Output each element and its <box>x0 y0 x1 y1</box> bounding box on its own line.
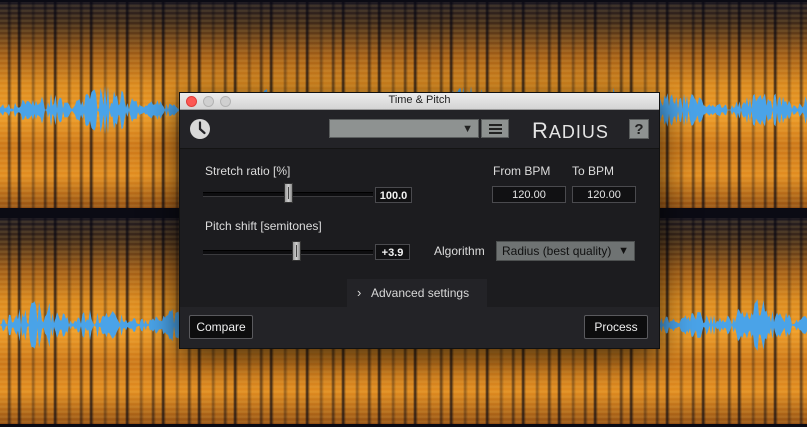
to-bpm-label: To BPM <box>572 164 615 178</box>
pitch-shift-value[interactable]: +3.9 <box>375 244 410 260</box>
slider-thumb[interactable] <box>292 241 301 261</box>
slider-thumb[interactable] <box>284 183 293 203</box>
preset-menu-button[interactable] <box>481 119 509 138</box>
stretch-ratio-label: Stretch ratio [%] <box>205 164 291 178</box>
advanced-settings-label: Advanced settings <box>371 286 470 300</box>
hamburger-menu-icon <box>489 124 502 136</box>
chevron-right-icon: › <box>357 285 362 300</box>
to-bpm-field[interactable]: 120.00 <box>572 186 636 203</box>
stretch-ratio-value[interactable]: 100.0 <box>375 187 412 203</box>
settings-panel: Stretch ratio [%] 100.0 From BPM To BPM … <box>180 148 659 307</box>
process-button[interactable]: Process <box>584 315 648 339</box>
preset-dropdown[interactable]: ▼ <box>329 119 479 138</box>
from-bpm-label: From BPM <box>493 164 551 178</box>
clock-icon[interactable] <box>189 118 211 140</box>
dialog-footer: Compare Process <box>180 307 659 348</box>
pitch-shift-label: Pitch shift [semitones] <box>205 219 322 233</box>
algorithm-selected: Radius (best quality) <box>502 244 612 258</box>
from-bpm-field[interactable]: 120.00 <box>492 186 566 203</box>
pitch-shift-slider[interactable] <box>203 241 373 261</box>
window-title: Time & Pitch <box>388 94 451 106</box>
help-button[interactable]: ? <box>629 119 649 139</box>
window-titlebar[interactable]: Time & Pitch <box>180 93 659 110</box>
algorithm-dropdown[interactable]: Radius (best quality) ▼ <box>496 241 635 261</box>
slider-track <box>203 250 373 255</box>
advanced-settings-toggle[interactable]: › Advanced settings <box>347 279 487 307</box>
stretch-ratio-slider[interactable] <box>203 183 373 203</box>
radius-logo: RADIUS <box>532 118 609 143</box>
compare-button[interactable]: Compare <box>189 315 253 339</box>
time-pitch-dialog: Time & Pitch ▼ RADIUS ? Stretch ratio [%… <box>179 92 660 349</box>
triangle-down-icon: ▼ <box>618 245 629 257</box>
triangle-down-icon: ▼ <box>462 123 473 135</box>
algorithm-label: Algorithm <box>434 244 485 258</box>
dialog-toolbar: ▼ RADIUS ? <box>180 110 659 148</box>
